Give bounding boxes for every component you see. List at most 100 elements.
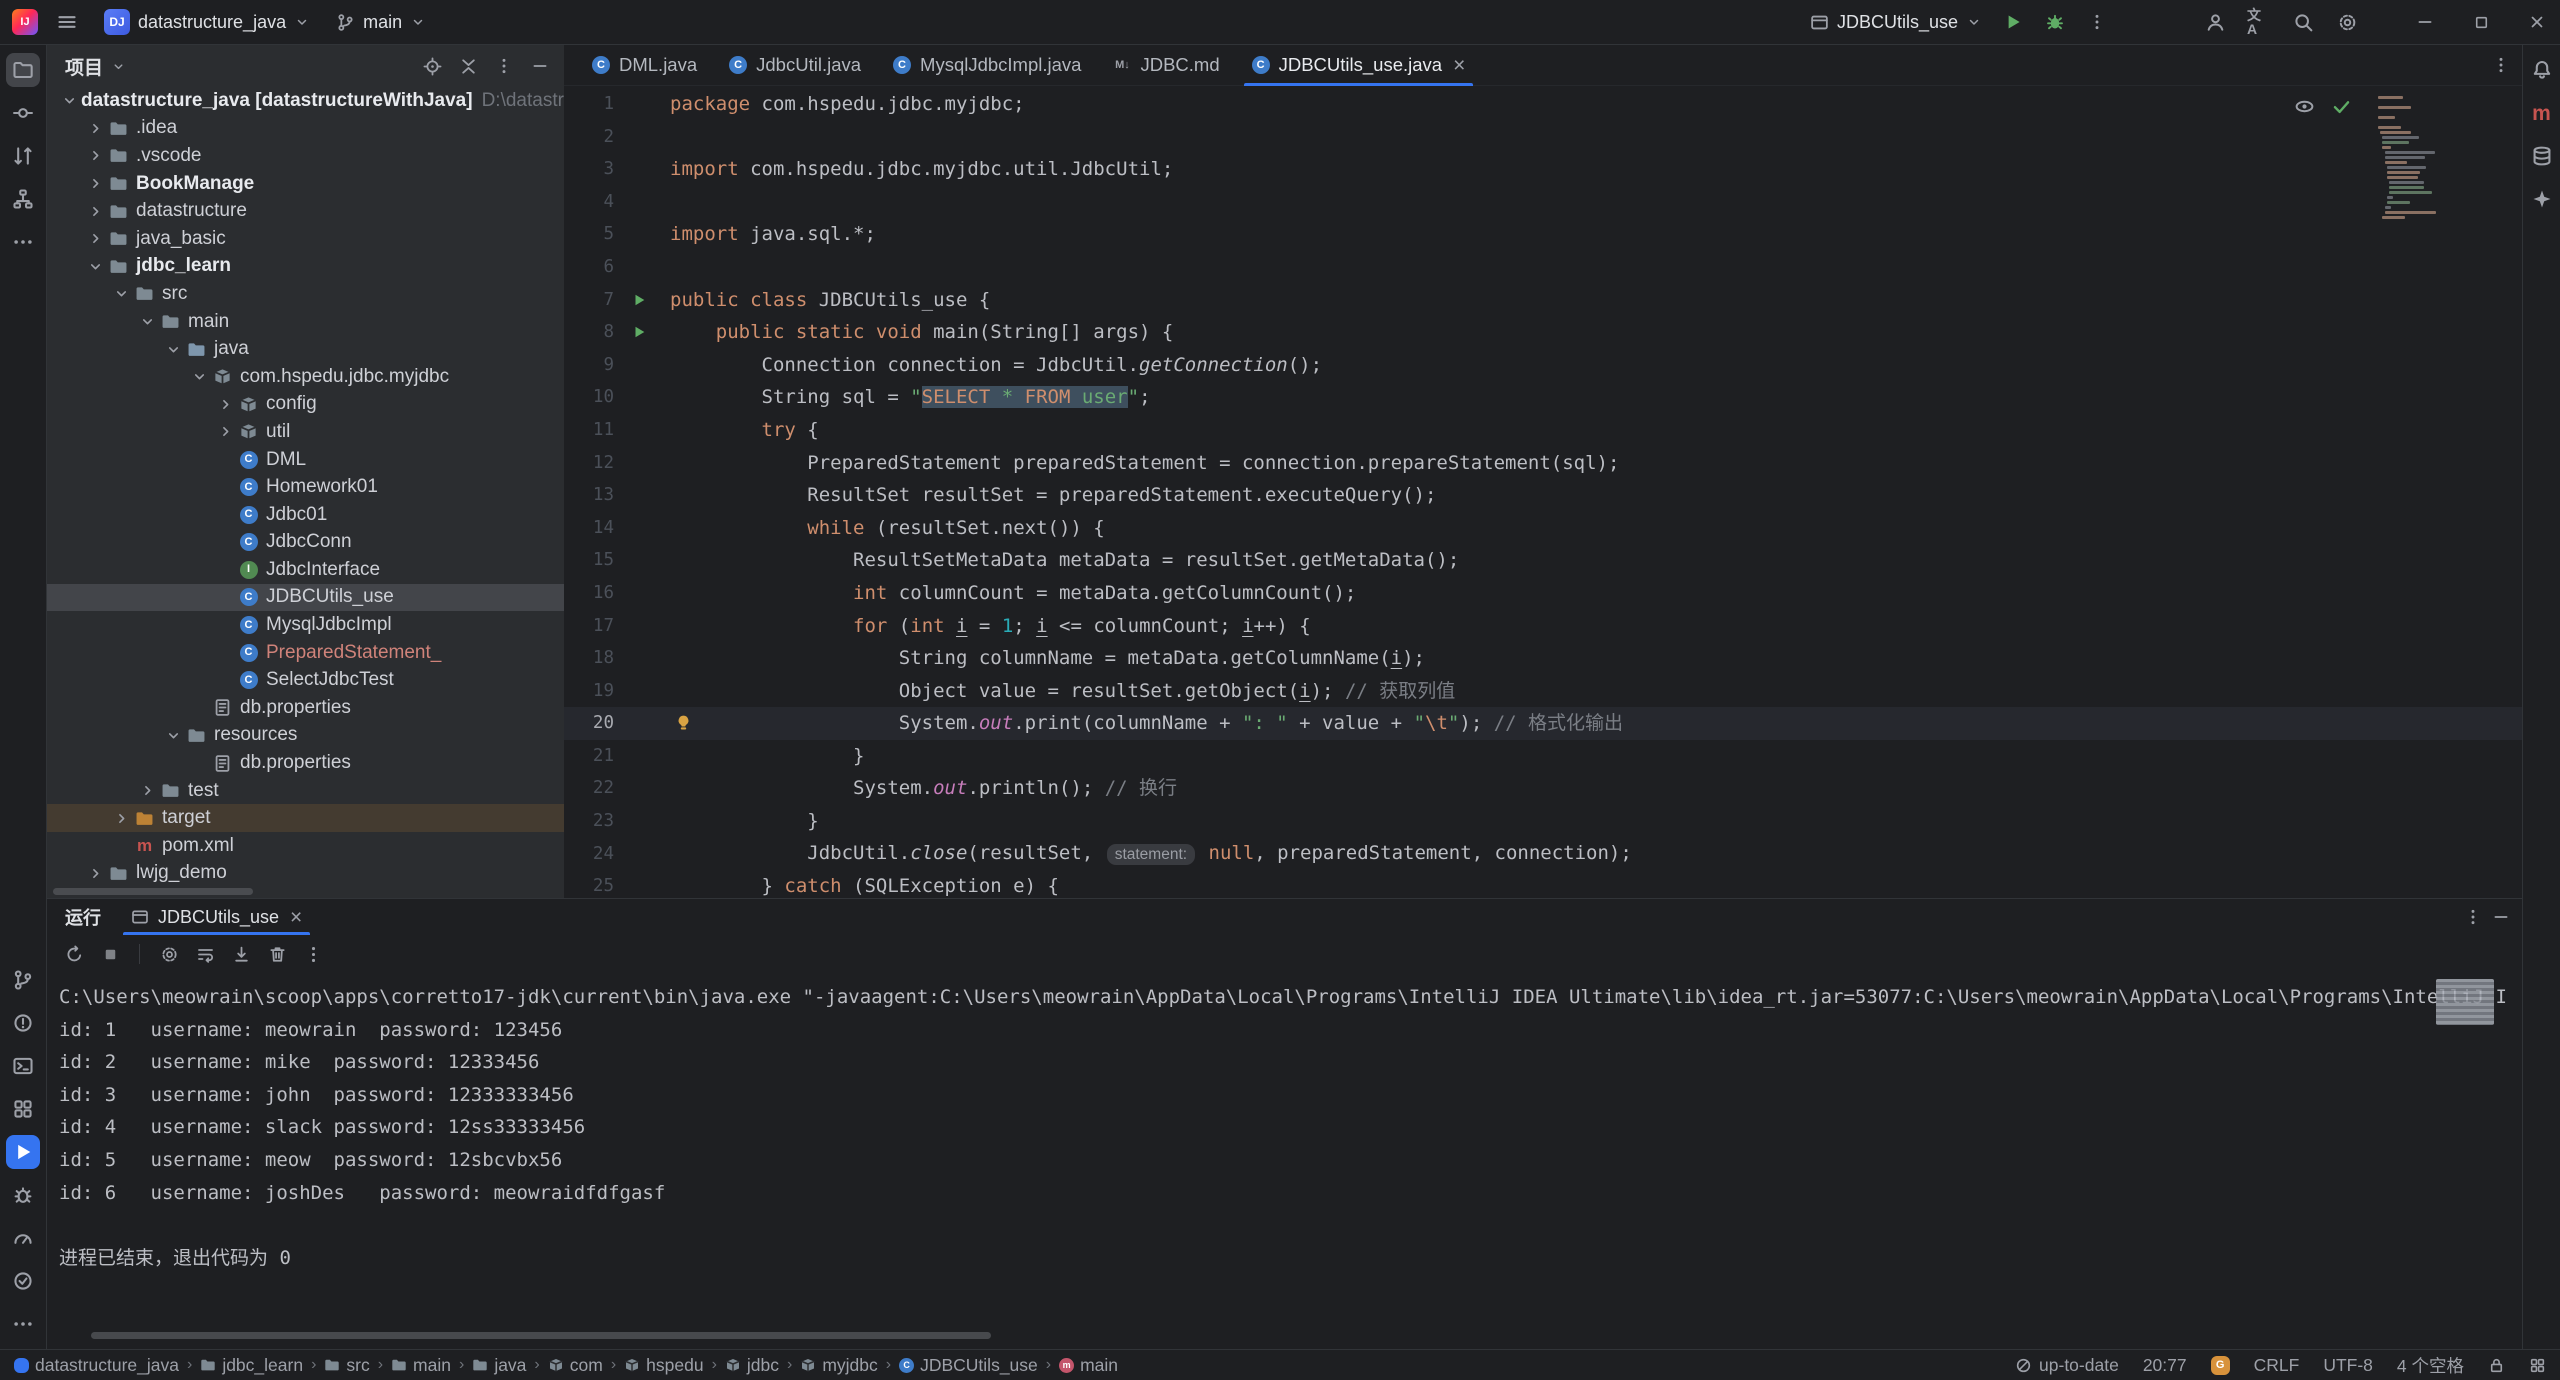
- chevron-right-icon[interactable]: [83, 147, 107, 165]
- breadcrumb-main[interactable]: mmain: [1059, 1355, 1118, 1376]
- chevron-down-icon[interactable]: [161, 340, 185, 358]
- tree-item-src[interactable]: src: [47, 280, 564, 308]
- chevron-right-icon[interactable]: [83, 202, 107, 220]
- sync-status-widget[interactable]: up-to-date: [2015, 1355, 2119, 1376]
- pull-requests-tool-button[interactable]: [6, 139, 40, 173]
- line-number[interactable]: 13: [564, 479, 620, 512]
- code-line-11[interactable]: 11 try {: [564, 414, 2522, 447]
- more-bottom-tool-button[interactable]: [6, 1307, 40, 1341]
- breadcrumb-java[interactable]: java: [472, 1355, 526, 1376]
- database-tool-button[interactable]: [2525, 139, 2559, 173]
- line-number[interactable]: 4: [564, 186, 620, 219]
- tree-item-dml[interactable]: CDML: [47, 446, 564, 474]
- todo-tool-button[interactable]: [6, 1264, 40, 1298]
- line-number[interactable]: 3: [564, 153, 620, 186]
- code-line-22[interactable]: 22 System.out.println(); // 换行: [564, 772, 2522, 805]
- tab-mysqljdbcimpl-java[interactable]: CMysqlJdbcImpl.java: [877, 45, 1097, 85]
- tree-item-jdbcconn[interactable]: CJdbcConn: [47, 529, 564, 557]
- line-number[interactable]: 20: [564, 707, 620, 740]
- project-widget[interactable]: DJ datastructure_java: [96, 5, 318, 39]
- breadcrumb-jdbc[interactable]: jdbc: [725, 1355, 779, 1376]
- code-line-15[interactable]: 15 ResultSetMetaData metaData = resultSe…: [564, 544, 2522, 577]
- line-number[interactable]: 22: [564, 772, 620, 805]
- run-line-icon[interactable]: [620, 292, 658, 308]
- tree-item-datastructure[interactable]: datastructure: [47, 197, 564, 225]
- minimize-button[interactable]: [2402, 0, 2448, 44]
- breadcrumb-datastructure-java[interactable]: datastructure_java: [14, 1355, 179, 1376]
- tab-dml-java[interactable]: CDML.java: [576, 45, 713, 85]
- line-number[interactable]: 23: [564, 805, 620, 838]
- chevron-right-icon[interactable]: [213, 395, 237, 413]
- tree-item-db-properties[interactable]: db.properties: [47, 694, 564, 722]
- tree-item-datastructure-java-datastructurewithjava[interactable]: datastructure_java [datastructureWithJav…: [47, 87, 564, 115]
- collapse-all-button[interactable]: [454, 52, 482, 80]
- tab-jdbc-md[interactable]: M↓JDBC.md: [1097, 45, 1235, 85]
- hide-panel-button[interactable]: [526, 52, 554, 80]
- tree-item-db-properties[interactable]: db.properties: [47, 749, 564, 777]
- commit-tool-button[interactable]: [6, 96, 40, 130]
- chevron-down-icon[interactable]: [161, 726, 185, 744]
- tree-item-java-basic[interactable]: java_basic: [47, 225, 564, 253]
- clear-console-button[interactable]: [262, 939, 292, 969]
- line-number[interactable]: 18: [564, 642, 620, 675]
- editor-minimap[interactable]: [2378, 96, 2510, 219]
- tree-item-mysqljdbcimpl[interactable]: CMysqlJdbcImpl: [47, 611, 564, 639]
- soft-wrap-button[interactable]: [190, 939, 220, 969]
- run-config-widget[interactable]: JDBCUtils_use: [1802, 8, 1990, 37]
- line-number[interactable]: 9: [564, 349, 620, 382]
- close-tab-icon[interactable]: ×: [1453, 55, 1465, 76]
- problems-tool-button[interactable]: [6, 1006, 40, 1040]
- ai-assistant-tool-button[interactable]: [2525, 182, 2559, 216]
- tree-item-preparedstatement[interactable]: CPreparedStatement_: [47, 639, 564, 667]
- code-line-23[interactable]: 23 }: [564, 805, 2522, 838]
- breadcrumb-com[interactable]: com: [548, 1355, 603, 1376]
- code-line-16[interactable]: 16 int columnCount = metaData.getColumnC…: [564, 577, 2522, 610]
- tree-item-homework01[interactable]: CHomework01: [47, 473, 564, 501]
- line-number[interactable]: 17: [564, 610, 620, 643]
- chevron-right-icon[interactable]: [213, 423, 237, 441]
- inspection-widget[interactable]: [2294, 96, 2352, 117]
- maven-tool-button[interactable]: m: [2525, 96, 2559, 130]
- run-panel-options-icon[interactable]: [2464, 908, 2482, 926]
- stop-button[interactable]: [95, 939, 125, 969]
- user-account-button[interactable]: [2196, 5, 2234, 39]
- highlighting-level-eye-icon[interactable]: [2294, 96, 2315, 117]
- status-corner-widget[interactable]: [2529, 1357, 2546, 1374]
- line-number[interactable]: 24: [564, 838, 620, 871]
- more-run-actions-button[interactable]: [2078, 5, 2116, 39]
- intention-bulb-icon[interactable]: [674, 713, 693, 732]
- tree-item-pom-xml[interactable]: mpom.xml: [47, 832, 564, 860]
- line-number[interactable]: 25: [564, 870, 620, 898]
- tree-item-jdbc-learn[interactable]: jdbc_learn: [47, 253, 564, 281]
- line-number[interactable]: 7: [564, 284, 620, 317]
- project-panel-hscrollbar[interactable]: [53, 888, 253, 895]
- chevron-right-icon[interactable]: [109, 809, 133, 827]
- code-line-25[interactable]: 25 } catch (SQLException e) {: [564, 870, 2522, 898]
- chevron-right-icon[interactable]: [83, 175, 107, 193]
- line-number[interactable]: 10: [564, 381, 620, 414]
- chevron-right-icon[interactable]: [83, 119, 107, 137]
- line-number[interactable]: 2: [564, 121, 620, 154]
- tree-item-test[interactable]: test: [47, 777, 564, 805]
- tree-item-resources[interactable]: resources: [47, 722, 564, 750]
- indent-widget[interactable]: 4 个空格: [2397, 1353, 2464, 1378]
- code-line-1[interactable]: 1package com.hspedu.jdbc.myjdbc;: [564, 88, 2522, 121]
- run-button[interactable]: [1994, 5, 2032, 39]
- code-line-14[interactable]: 14 while (resultSet.next()) {: [564, 512, 2522, 545]
- code-line-17[interactable]: 17 for (int i = 1; i <= columnCount; i++…: [564, 610, 2522, 643]
- console-settings-button[interactable]: [154, 939, 184, 969]
- code-line-10[interactable]: 10 String sql = "SELECT * FROM user";: [564, 381, 2522, 414]
- run-tab-jdbcutils-use[interactable]: JDBCUtils_use ×: [119, 899, 314, 935]
- terminal-tool-button[interactable]: [6, 1049, 40, 1083]
- line-number[interactable]: 5: [564, 218, 620, 251]
- line-separator-widget[interactable]: CRLF: [2254, 1355, 2300, 1376]
- chevron-right-icon[interactable]: [83, 230, 107, 248]
- more-tool-windows-tool-button[interactable]: [6, 225, 40, 259]
- line-number[interactable]: 14: [564, 512, 620, 545]
- maximize-button[interactable]: [2458, 0, 2504, 44]
- breadcrumb-src[interactable]: src: [324, 1355, 369, 1376]
- code-line-24[interactable]: 24 JdbcUtil.close(resultSet, statement: …: [564, 838, 2522, 871]
- run-line-icon[interactable]: [620, 324, 658, 340]
- code-line-6[interactable]: 6: [564, 251, 2522, 284]
- line-number[interactable]: 15: [564, 544, 620, 577]
